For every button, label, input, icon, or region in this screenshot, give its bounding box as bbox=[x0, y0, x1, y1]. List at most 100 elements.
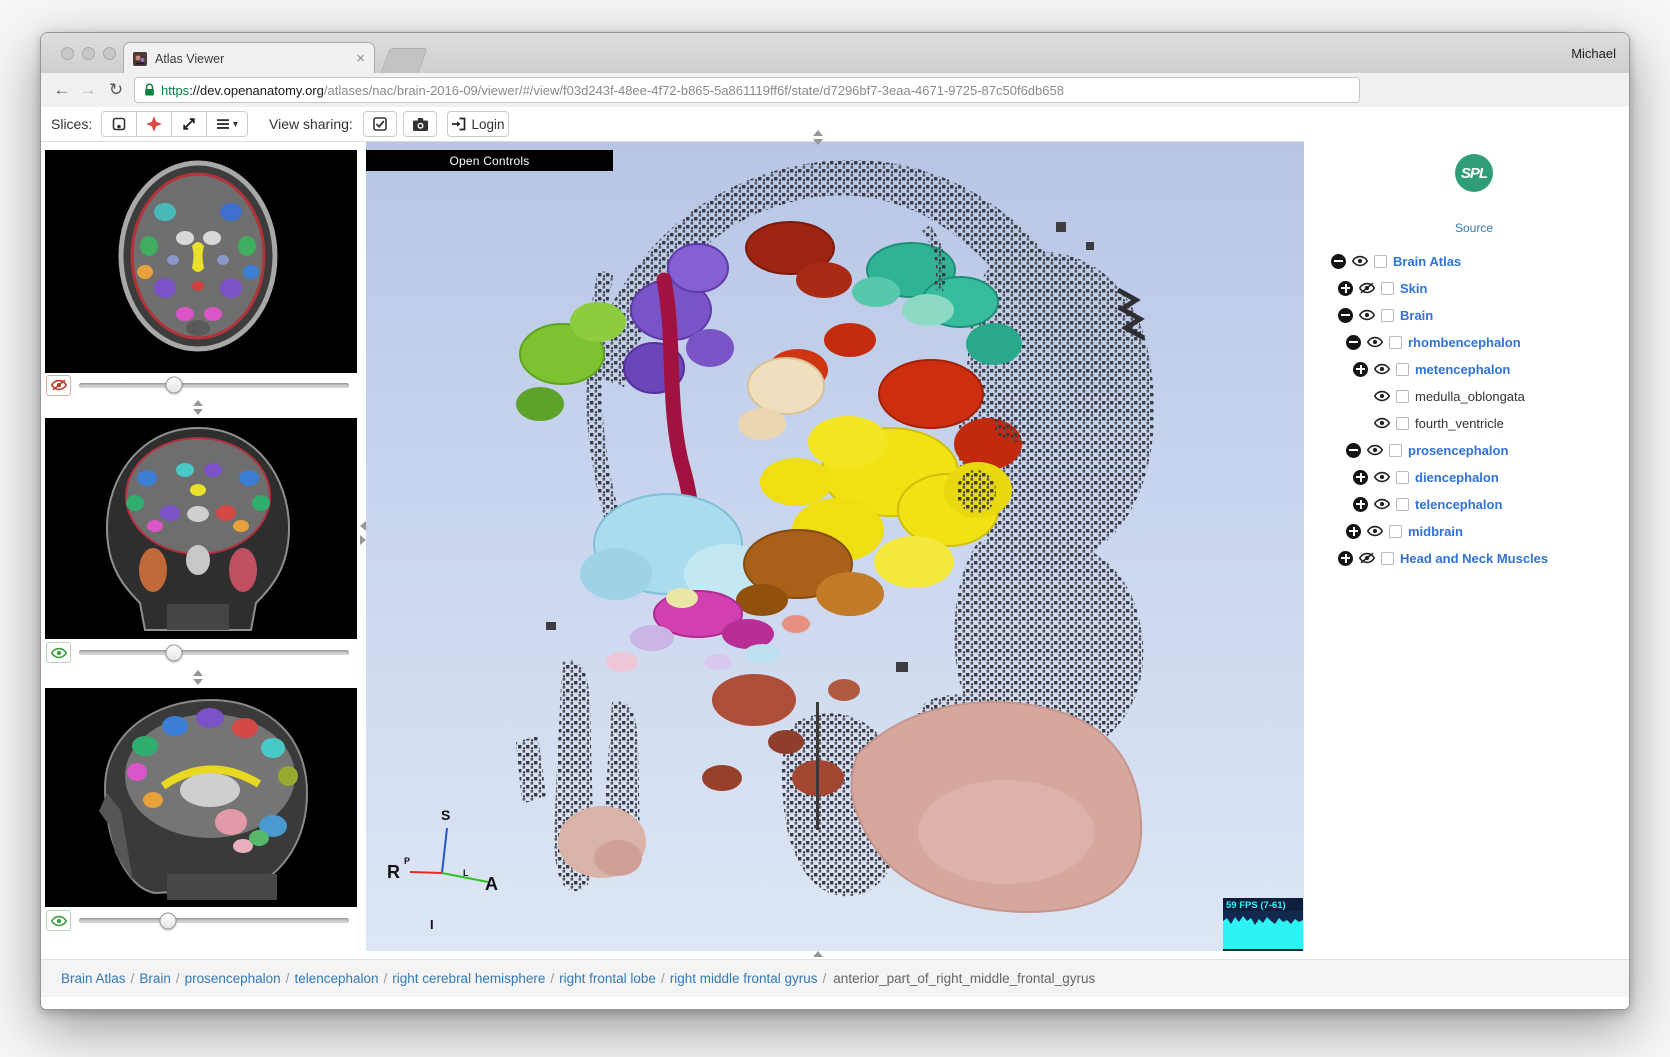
axial-visibility-button[interactable] bbox=[46, 375, 71, 396]
coronal-visibility-button[interactable] bbox=[46, 642, 71, 663]
splitter-up-arrow[interactable] bbox=[813, 130, 823, 136]
splitter-down-arrow[interactable] bbox=[193, 409, 203, 415]
axis-label-inferior: I bbox=[430, 917, 434, 932]
visibility-checkbox[interactable] bbox=[1396, 471, 1409, 484]
crosshair-button[interactable] bbox=[136, 111, 172, 137]
browser-profile-name[interactable]: Michael bbox=[1571, 46, 1616, 61]
tree-item-label[interactable]: Brain bbox=[1400, 308, 1433, 323]
spl-logo[interactable]: SPL bbox=[1455, 154, 1493, 192]
expand-toggle-icon[interactable] bbox=[1353, 362, 1368, 377]
slice-list-dropdown-button[interactable]: ▾ bbox=[206, 111, 248, 137]
visibility-checkbox[interactable] bbox=[1396, 498, 1409, 511]
breadcrumb-separator: / bbox=[661, 971, 665, 986]
breadcrumb-link[interactable]: Brain bbox=[139, 971, 171, 986]
splitter-down-arrow[interactable] bbox=[193, 679, 203, 685]
viewport-3d[interactable]: Open Controls S R P L A I 59 FPS (7-61) bbox=[366, 142, 1304, 951]
eye-icon[interactable] bbox=[1374, 363, 1391, 375]
splitter-left-arrow[interactable] bbox=[360, 521, 366, 531]
coronal-slice-slider[interactable] bbox=[79, 650, 349, 655]
screenshot-button[interactable] bbox=[403, 111, 437, 137]
reload-icon[interactable]: ↻ bbox=[103, 73, 129, 107]
eye-icon[interactable] bbox=[1367, 444, 1384, 456]
coronal-slice-view[interactable] bbox=[45, 418, 357, 639]
sagittal-slice-slider[interactable] bbox=[79, 918, 349, 923]
tree-item-label[interactable]: Head and Neck Muscles bbox=[1400, 551, 1548, 566]
splitter-up-arrow[interactable] bbox=[193, 400, 203, 406]
tree-item-label[interactable]: midbrain bbox=[1408, 524, 1463, 539]
forward-icon[interactable]: → bbox=[75, 73, 101, 107]
share-state-button[interactable] bbox=[363, 111, 397, 137]
expand-toggle-icon[interactable] bbox=[1353, 497, 1368, 512]
breadcrumb-link[interactable]: prosencephalon bbox=[185, 971, 281, 986]
tree-item-label[interactable]: rhombencephalon bbox=[1408, 335, 1521, 350]
sagittal-slider-thumb[interactable] bbox=[160, 912, 177, 929]
tree-item-label[interactable]: Brain Atlas bbox=[1393, 254, 1461, 269]
breadcrumb-link[interactable]: telencephalon bbox=[294, 971, 378, 986]
open-controls-button[interactable]: Open Controls bbox=[366, 150, 613, 171]
slice-views-toggle-button[interactable] bbox=[101, 111, 137, 137]
eye-icon[interactable] bbox=[1367, 336, 1384, 348]
url-input[interactable]: https://dev.openanatomy.org/atlases/nac/… bbox=[134, 77, 1360, 103]
visibility-checkbox[interactable] bbox=[1381, 309, 1394, 322]
tab-close-icon[interactable]: × bbox=[356, 51, 365, 66]
eye-icon[interactable] bbox=[1374, 417, 1391, 429]
collapse-toggle-icon[interactable] bbox=[1346, 443, 1361, 458]
expand-toggle-icon[interactable] bbox=[1353, 470, 1368, 485]
back-icon[interactable]: ← bbox=[49, 73, 75, 107]
visibility-checkbox[interactable] bbox=[1374, 255, 1387, 268]
breadcrumb-link[interactable]: Brain Atlas bbox=[61, 971, 126, 986]
visibility-checkbox[interactable] bbox=[1381, 552, 1394, 565]
collapse-toggle-icon[interactable] bbox=[1338, 308, 1353, 323]
eye-icon[interactable] bbox=[1352, 255, 1369, 267]
expand-toggle-icon[interactable] bbox=[1346, 524, 1361, 539]
visibility-checkbox[interactable] bbox=[1396, 417, 1409, 430]
fps-meter[interactable]: 59 FPS (7-61) bbox=[1223, 898, 1303, 951]
tree-item-label[interactable]: telencephalon bbox=[1415, 497, 1502, 512]
axial-slice-slider[interactable] bbox=[79, 383, 349, 388]
tree-item-label[interactable]: Skin bbox=[1400, 281, 1427, 296]
breadcrumb-link[interactable]: right middle frontal gyrus bbox=[670, 971, 818, 986]
tree-item-label[interactable]: diencephalon bbox=[1415, 470, 1499, 485]
new-tab-button[interactable] bbox=[380, 48, 427, 74]
eye-icon[interactable] bbox=[1374, 390, 1391, 402]
splitter-up-arrow[interactable] bbox=[193, 670, 203, 676]
visibility-checkbox[interactable] bbox=[1381, 282, 1394, 295]
splitter-down-arrow[interactable] bbox=[813, 139, 823, 145]
breadcrumb-link[interactable]: right cerebral hemisphere bbox=[392, 971, 545, 986]
zoom-window-button[interactable] bbox=[103, 47, 116, 60]
eye-icon[interactable] bbox=[1359, 309, 1376, 321]
tree-item-label[interactable]: fourth_ventricle bbox=[1415, 416, 1504, 431]
close-window-button[interactable] bbox=[61, 47, 74, 60]
visibility-checkbox[interactable] bbox=[1389, 444, 1402, 457]
visibility-checkbox[interactable] bbox=[1396, 363, 1409, 376]
eye-slash-icon[interactable] bbox=[1359, 282, 1376, 294]
fit-views-button[interactable] bbox=[171, 111, 207, 137]
breadcrumb-link[interactable]: right frontal lobe bbox=[559, 971, 656, 986]
visibility-checkbox[interactable] bbox=[1389, 525, 1402, 538]
expand-toggle-icon[interactable] bbox=[1338, 281, 1353, 296]
collapse-toggle-icon[interactable] bbox=[1346, 335, 1361, 350]
source-link[interactable]: Source bbox=[1304, 221, 1630, 235]
eye-icon[interactable] bbox=[1374, 498, 1391, 510]
eye-icon[interactable] bbox=[1367, 525, 1384, 537]
coronal-slider-thumb[interactable] bbox=[165, 644, 182, 661]
expand-toggle-icon[interactable] bbox=[1338, 551, 1353, 566]
visibility-checkbox[interactable] bbox=[1389, 336, 1402, 349]
eye-slash-icon[interactable] bbox=[1359, 552, 1376, 564]
login-button[interactable]: Login bbox=[447, 111, 509, 137]
minimize-window-button[interactable] bbox=[82, 47, 95, 60]
splitter-right-arrow[interactable] bbox=[360, 535, 366, 545]
tab-atlas-viewer[interactable]: Atlas Viewer × bbox=[123, 42, 375, 74]
splitter-up-arrow[interactable] bbox=[813, 951, 823, 957]
axial-slice-view[interactable] bbox=[45, 150, 357, 373]
collapse-toggle-icon[interactable] bbox=[1331, 254, 1346, 269]
tree-item-label[interactable]: metencephalon bbox=[1415, 362, 1510, 377]
eye-icon[interactable] bbox=[1374, 471, 1391, 483]
sagittal-slice-view[interactable] bbox=[45, 688, 357, 907]
sagittal-visibility-button[interactable] bbox=[46, 910, 71, 931]
axial-slider-thumb[interactable] bbox=[165, 377, 182, 394]
axis-label-anterior: A bbox=[485, 874, 498, 895]
tree-item-label[interactable]: medulla_oblongata bbox=[1415, 389, 1525, 404]
tree-item-label[interactable]: prosencephalon bbox=[1408, 443, 1508, 458]
visibility-checkbox[interactable] bbox=[1396, 390, 1409, 403]
